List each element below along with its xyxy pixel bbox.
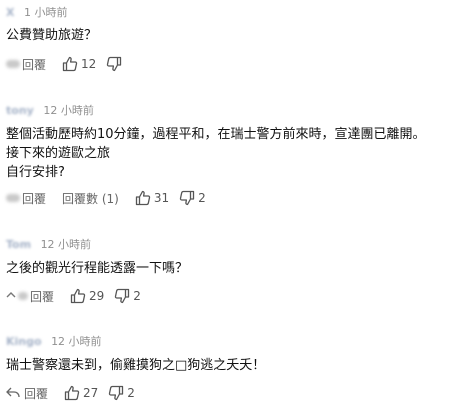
dislike-count: 2 bbox=[198, 191, 206, 205]
comment-body: 整個活動歷時約10分鐘，過程平和，在瑞士警方前來時，宣達團已離開。 接下來的遊歐… bbox=[6, 125, 461, 182]
like-count: 29 bbox=[89, 289, 105, 303]
reply-arrow-icon[interactable] bbox=[6, 387, 20, 399]
dislike-count: 2 bbox=[133, 289, 141, 303]
comment-actions: 回覆 12 bbox=[6, 53, 461, 75]
like-count: 12 bbox=[81, 57, 97, 71]
thumbs-up-icon[interactable] bbox=[70, 288, 86, 304]
comment-line: 之後的觀光行程能透露一下嗎？ bbox=[6, 261, 189, 276]
thumbs-down-icon[interactable] bbox=[114, 288, 130, 304]
reply-arrow-icon bbox=[6, 291, 16, 301]
comment-timestamp: 1 小時前 bbox=[23, 6, 68, 19]
like-count: 27 bbox=[83, 386, 99, 400]
comment-author[interactable]: tony bbox=[6, 104, 34, 118]
comment-timestamp: 12 小時前 bbox=[51, 335, 102, 348]
comment-meta: Kingo 12 小時前 bbox=[6, 335, 461, 349]
comment-meta: tony 12 小時前 bbox=[6, 104, 461, 118]
dislike-count: 2 bbox=[127, 386, 135, 400]
comment: Tom 12 小時前 之後的觀光行程能透露一下嗎？ 回覆 29 2 bbox=[6, 238, 461, 307]
reply-button[interactable]: 回覆 bbox=[30, 288, 54, 305]
blurred-avatar bbox=[6, 60, 20, 68]
comment-line: 公費贊助旅遊？ bbox=[6, 28, 98, 43]
comment: Kingo 12 小時前 瑞士警察還未到，偷雞摸狗之□狗逃之夭夭！ 回覆 27 … bbox=[6, 335, 461, 404]
comment-actions: 回覆 27 2 bbox=[6, 382, 461, 404]
comment-line: 整個活動歷時約10分鐘，過程平和，在瑞士警方前來時，宣達團已離開。 bbox=[6, 127, 426, 142]
comment-author[interactable]: X bbox=[6, 6, 14, 20]
thumbs-down-icon[interactable] bbox=[106, 56, 122, 72]
comment-actions: 回覆 29 2 bbox=[6, 285, 461, 307]
blurred-avatar bbox=[18, 292, 28, 300]
like-count: 31 bbox=[153, 191, 170, 205]
comment: X 1 小時前 公費贊助旅遊？ 回覆 12 bbox=[6, 6, 461, 75]
comment-actions: 回覆 回覆數 (1) 31 2 bbox=[6, 187, 461, 209]
thumbs-up-icon[interactable] bbox=[64, 385, 80, 401]
reply-button[interactable]: 回覆 bbox=[24, 385, 48, 402]
comment-author[interactable]: Kingo bbox=[6, 335, 42, 349]
thumbs-down-icon[interactable] bbox=[179, 190, 195, 206]
thumbs-up-icon[interactable] bbox=[135, 190, 151, 206]
comment-line: 接下來的遊歐之旅 bbox=[6, 146, 111, 161]
reply-button[interactable]: 回覆 bbox=[22, 190, 46, 207]
view-replies-button[interactable]: 回覆數 (1) bbox=[62, 190, 119, 207]
comment-body: 公費贊助旅遊？ bbox=[6, 26, 461, 45]
comment-body: 之後的觀光行程能透露一下嗎？ bbox=[6, 259, 461, 278]
comment-author[interactable]: Tom bbox=[6, 238, 31, 252]
thumbs-down-icon[interactable] bbox=[108, 385, 124, 401]
comment-line: 自行安排? bbox=[6, 165, 65, 180]
comment-meta: Tom 12 小時前 bbox=[6, 238, 461, 252]
comment-body: 瑞士警察還未到，偷雞摸狗之□狗逃之夭夭！ bbox=[6, 356, 461, 375]
comment: tony 12 小時前 整個活動歷時約10分鐘，過程平和，在瑞士警方前來時，宣達… bbox=[6, 104, 461, 209]
comment-meta: X 1 小時前 bbox=[6, 6, 461, 20]
thumbs-up-icon[interactable] bbox=[62, 56, 78, 72]
comment-timestamp: 12 小時前 bbox=[40, 238, 92, 251]
comment-line: 瑞士警察還未到，偷雞摸狗之□狗逃之夭夭！ bbox=[6, 358, 266, 373]
comment-timestamp: 12 小時前 bbox=[43, 104, 94, 117]
blurred-avatar bbox=[6, 194, 20, 202]
reply-button[interactable]: 回覆 bbox=[22, 56, 46, 73]
